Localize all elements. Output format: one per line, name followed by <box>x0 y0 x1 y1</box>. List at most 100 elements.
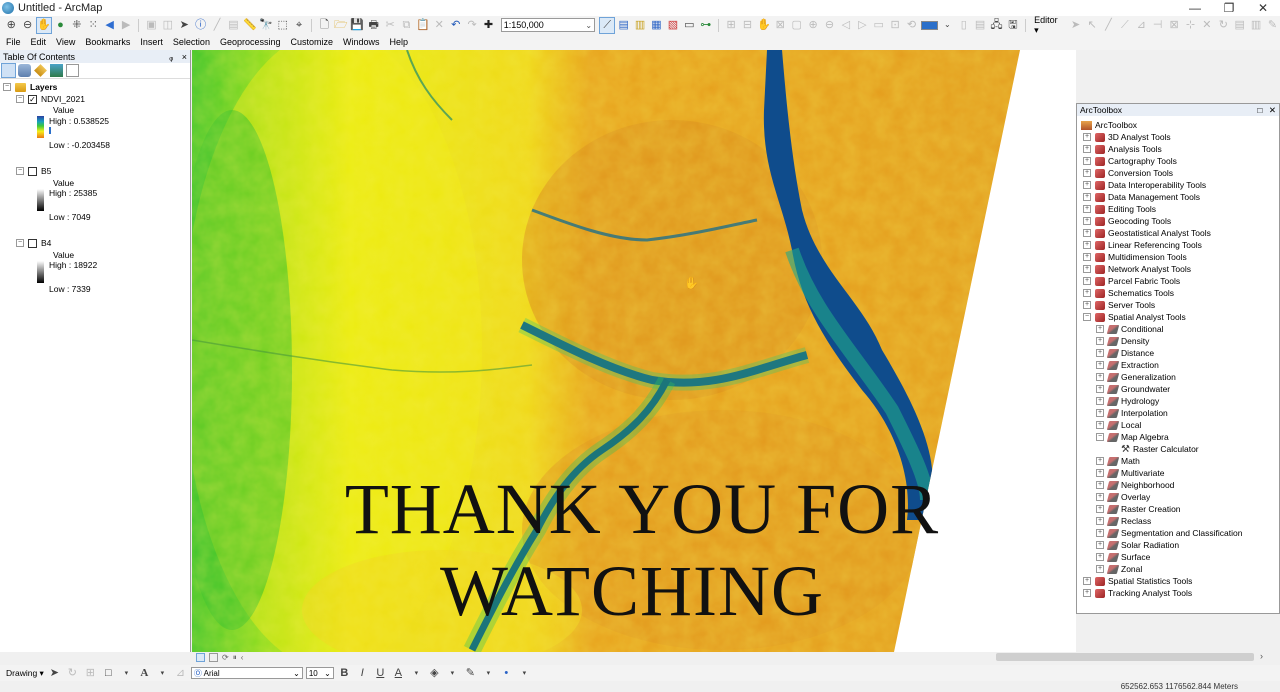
collapse-icon[interactable]: − <box>3 83 11 91</box>
chevron-down-icon[interactable]: ▾ <box>155 666 170 681</box>
toolset-item[interactable]: + Density <box>1096 335 1149 347</box>
toolbox-item[interactable]: + Conversion Tools <box>1083 167 1173 179</box>
delete-icon[interactable]: ✕ <box>432 18 446 33</box>
map-horizontal-scrollbar[interactable] <box>996 653 1254 661</box>
cut-icon[interactable]: ✂ <box>383 18 397 33</box>
menu-help[interactable]: Help <box>390 37 409 47</box>
layout-back-icon[interactable]: ◁ <box>839 18 853 33</box>
collapse-icon[interactable]: − <box>16 95 24 103</box>
layer-name[interactable]: B5 <box>41 166 51 176</box>
toolbox-item[interactable]: + Server Tools <box>1083 299 1155 311</box>
toolset-item[interactable]: + Surface <box>1096 551 1150 563</box>
toolbox-item[interactable]: + Tracking Analyst Tools <box>1083 587 1192 599</box>
expand-icon[interactable]: + <box>1083 277 1091 285</box>
layout-refresh-icon[interactable]: ⟲ <box>904 18 918 33</box>
html-popup-icon[interactable]: ▤ <box>226 18 240 33</box>
rotate-element-icon[interactable]: ↻ <box>65 666 80 681</box>
toolbox-item[interactable]: + Data Interoperability Tools <box>1083 179 1206 191</box>
menu-windows[interactable]: Windows <box>343 37 380 47</box>
forward-extent-icon[interactable]: ▶ <box>119 18 133 33</box>
list-by-visibility-icon[interactable] <box>34 64 47 77</box>
expand-icon[interactable]: + <box>1096 337 1104 345</box>
toolset-item[interactable]: + Groundwater <box>1096 383 1170 395</box>
rectangle-tool-icon[interactable]: □ <box>101 666 116 681</box>
layers-root-row[interactable]: − Layers <box>3 81 57 93</box>
expand-icon[interactable]: + <box>1096 481 1104 489</box>
font-color-button[interactable]: A <box>391 666 406 681</box>
expand-icon[interactable]: + <box>1096 421 1104 429</box>
edit-tool-icon[interactable]: ➤ <box>1068 18 1082 33</box>
expand-icon[interactable]: + <box>1083 229 1091 237</box>
collapse-icon[interactable]: − <box>16 167 24 175</box>
close-button[interactable]: ✕ <box>1246 0 1280 16</box>
collapse-icon[interactable]: − <box>1096 433 1104 441</box>
end-point-arc-icon[interactable]: ⟋ <box>1118 18 1132 33</box>
menu-customize[interactable]: Customize <box>291 37 334 47</box>
layout-fixed-zoom-out-icon[interactable]: ⊖ <box>822 18 836 33</box>
rotate-icon[interactable]: ↻ <box>1216 18 1230 33</box>
chevron-down-icon[interactable]: ▾ <box>517 666 532 681</box>
toolbox-item[interactable]: + Linear Referencing Tools <box>1083 239 1202 251</box>
reshape-icon[interactable]: ⊹ <box>1183 18 1197 33</box>
fill-color-swatch[interactable] <box>920 20 939 30</box>
toolbox-item[interactable]: + Schematics Tools <box>1083 287 1174 299</box>
font-size-dropdown[interactable]: 10 ⌄ <box>305 667 334 679</box>
toolset-item[interactable]: + Reclass <box>1096 515 1151 527</box>
add-data-icon[interactable]: ✚ <box>481 18 495 33</box>
clear-selection-icon[interactable]: ◫ <box>161 18 175 33</box>
menu-file[interactable]: File <box>6 37 21 47</box>
layout-forward-icon[interactable]: ▷ <box>855 18 869 33</box>
expand-icon[interactable]: + <box>1083 289 1091 297</box>
expand-icon[interactable]: + <box>1096 553 1104 561</box>
save-icon[interactable]: 💾 <box>350 18 364 33</box>
cut-polygons-icon[interactable]: ✕ <box>1200 18 1214 33</box>
toolset-item[interactable]: + Distance <box>1096 347 1154 359</box>
fixed-zoom-in-icon[interactable]: ⁜ <box>70 18 84 33</box>
expand-icon[interactable]: + <box>1083 253 1091 261</box>
modelbuilder-icon[interactable]: ⊶ <box>699 18 713 33</box>
chevron-down-icon[interactable]: ▾ <box>445 666 460 681</box>
layout-page-icon[interactable]: ▭ <box>872 18 886 33</box>
find-binoculars-icon[interactable]: 🔭 <box>259 18 273 33</box>
measure-icon[interactable]: 📏 <box>243 18 257 33</box>
list-by-drawing-order-icon[interactable] <box>1 63 16 78</box>
table-of-contents-window-icon[interactable]: ▤ <box>616 18 630 33</box>
chevron-down-icon[interactable]: ▾ <box>409 666 424 681</box>
zoom-to-selected-elements-icon[interactable]: ⊞ <box>83 666 98 681</box>
bold-button[interactable]: B <box>337 666 352 681</box>
layout-zoom-whole-icon[interactable]: ⊡ <box>888 18 902 33</box>
split-tool-icon[interactable]: ⊣ <box>1150 18 1164 33</box>
straight-segment-icon[interactable]: ╱ <box>1101 18 1115 33</box>
italic-button[interactable]: I <box>355 666 370 681</box>
layout-zoom-out-icon[interactable]: ⊟ <box>740 18 754 33</box>
layer-visibility-checkbox[interactable] <box>28 166 37 176</box>
edit-vertices-icon[interactable]: ⊠ <box>1167 18 1181 33</box>
toolset-item[interactable]: + Overlay <box>1096 491 1150 503</box>
toolset-item[interactable]: + Math <box>1096 455 1140 467</box>
expand-icon[interactable]: + <box>1083 301 1091 309</box>
toolset-item[interactable]: + Neighborhood <box>1096 479 1174 491</box>
expand-icon[interactable]: + <box>1083 181 1091 189</box>
toolset-item[interactable]: + Extraction <box>1096 359 1159 371</box>
layout-full-extent-icon[interactable]: ⊠ <box>773 18 787 33</box>
restore-button[interactable]: ❐ <box>1212 0 1246 16</box>
expand-icon[interactable]: + <box>1096 349 1104 357</box>
toolbox-item[interactable]: + Parcel Fabric Tools <box>1083 275 1180 287</box>
toolset-item[interactable]: + Conditional <box>1096 323 1164 335</box>
toc-options-icon[interactable] <box>66 64 79 77</box>
data-view-button[interactable] <box>196 653 205 662</box>
create-features-icon[interactable]: ✎ <box>1265 18 1279 33</box>
redo-icon[interactable]: ↷ <box>465 18 479 33</box>
new-document-icon[interactable]: 🗋 <box>317 18 331 33</box>
toolset-item[interactable]: + Hydrology <box>1096 395 1159 407</box>
menu-geoprocessing[interactable]: Geoprocessing <box>220 37 281 47</box>
data-view-icon[interactable]: ▤ <box>973 18 987 33</box>
editor-menu-button[interactable]: Editor ▾ <box>1031 15 1066 36</box>
menu-insert[interactable]: Insert <box>140 37 163 47</box>
toolset-item[interactable]: + Multivariate <box>1096 467 1164 479</box>
full-extent-globe-icon[interactable]: ● <box>53 18 67 33</box>
toolbox-item[interactable]: + Editing Tools <box>1083 203 1156 215</box>
georeferencing-icon[interactable]: 🖧 <box>989 18 1003 33</box>
expand-icon[interactable]: + <box>1096 505 1104 513</box>
expand-icon[interactable]: + <box>1083 241 1091 249</box>
